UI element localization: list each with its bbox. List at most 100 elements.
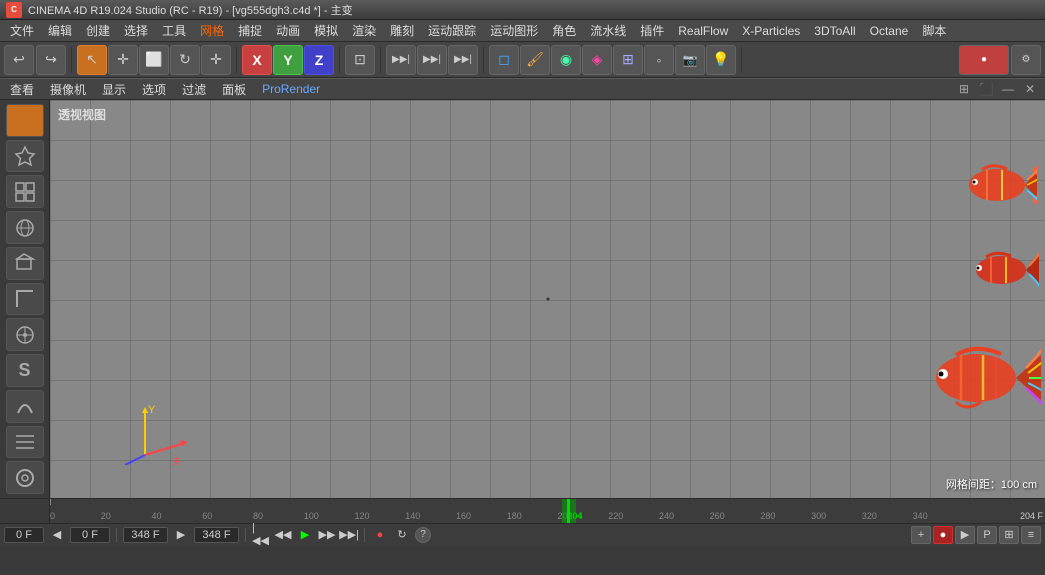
render-settings-btn[interactable]: ⚙ (1011, 45, 1041, 75)
axis-x-button[interactable]: X (242, 45, 272, 75)
menu-mograph[interactable]: 运动图形 (484, 20, 544, 41)
menu-file[interactable]: 文件 (4, 20, 40, 41)
cube-tool[interactable]: ◻ (489, 45, 519, 75)
vp-menu-prorender[interactable]: ProRender (258, 81, 324, 97)
menu-tools[interactable]: 工具 (156, 20, 192, 41)
menu-motion-track[interactable]: 运动跟踪 (422, 20, 482, 41)
menu-bar: 文件 编辑 创建 选择 工具 网格 捕捉 动画 模拟 渲染 雕刻 运动跟踪 运动… (0, 20, 1045, 42)
menu-3dtall[interactable]: 3DToAll (808, 22, 861, 40)
play-fwd-btn[interactable]: ▶▶ (318, 526, 336, 544)
grid-distance-label: 网格间距：100 cm (946, 476, 1037, 492)
center-dot (546, 298, 549, 301)
keyframe-btn[interactable]: + (911, 526, 931, 544)
sidebar-btn-8[interactable] (6, 390, 44, 423)
vp-menu-view[interactable]: 查看 (6, 80, 38, 99)
vp-icon-minimize[interactable]: — (999, 80, 1017, 98)
frame-fwd-btn[interactable]: ▶ (172, 526, 190, 544)
sidebar-btn-3[interactable] (6, 211, 44, 244)
move-tool-button[interactable]: ✛ (108, 45, 138, 75)
play-frame-input[interactable] (194, 527, 239, 543)
timeline-area[interactable]: 0 20 40 60 80 100 120 140 160 180 200 20… (0, 498, 1045, 523)
menu-render[interactable]: 渲染 (346, 20, 382, 41)
particle-tool[interactable]: ◦ (644, 45, 674, 75)
lock-button[interactable]: ⊡ (345, 45, 375, 75)
playback-opt-btn[interactable]: ▶ (955, 526, 975, 544)
render-view-btn[interactable]: ● (959, 45, 1009, 75)
render-btn[interactable]: P (977, 526, 997, 544)
current-frame-input[interactable] (4, 527, 44, 543)
menu-animate[interactable]: 动画 (270, 20, 306, 41)
menu-realflow[interactable]: RealFlow (672, 22, 734, 40)
sidebar-btn-6[interactable] (6, 318, 44, 351)
light-tool[interactable]: 💡 (706, 45, 736, 75)
viewport[interactable]: 透视视图 (50, 100, 1045, 498)
menu-xparticles[interactable]: X-Particles (736, 22, 806, 40)
end-frame-input[interactable] (123, 527, 168, 543)
menu-script[interactable]: 脚本 (916, 20, 952, 41)
extra-btn-1[interactable]: ≡ (1021, 526, 1041, 544)
record-active-btn[interactable]: ● (933, 526, 953, 544)
menu-sculpt[interactable]: 雕刻 (384, 20, 420, 41)
vp-icon-close[interactable]: ✕ (1021, 80, 1039, 98)
sidebar-btn-1[interactable] (6, 140, 44, 173)
play-back-btn[interactable]: ◀◀ (274, 526, 292, 544)
sidebar-btn-0[interactable] (6, 104, 44, 137)
menu-select[interactable]: 选择 (118, 20, 154, 41)
vp-menu-display[interactable]: 显示 (98, 80, 130, 99)
play-btn[interactable]: ▶ (296, 526, 314, 544)
brush-tool[interactable]: 🖌 (520, 45, 550, 75)
menu-plugins[interactable]: 插件 (634, 20, 670, 41)
goto-start-btn[interactable]: |◀◀ (252, 526, 270, 544)
menu-character[interactable]: 角色 (546, 20, 582, 41)
menu-pipeline[interactable]: 流水线 (584, 20, 632, 41)
menu-create[interactable]: 创建 (80, 20, 116, 41)
camera-tool[interactable]: 📷 (675, 45, 705, 75)
scale-tool-button[interactable]: ⬜ (139, 45, 169, 75)
help-btn[interactable]: ? (415, 527, 431, 543)
bottom-right-icons: + ● ▶ P ⊞ ≡ (911, 526, 1041, 544)
toolbar-separator-3 (339, 47, 340, 73)
sidebar-btn-9[interactable] (6, 426, 44, 459)
vp-menu-options[interactable]: 选项 (138, 80, 170, 99)
axis-z-button[interactable]: Z (304, 45, 334, 75)
undo-button[interactable]: ↩ (4, 45, 34, 75)
frame-back-btn[interactable]: ◀ (48, 526, 66, 544)
select-tool-button[interactable]: ↖ (77, 45, 107, 75)
vp-menu-camera[interactable]: 摄像机 (46, 80, 90, 99)
sidebar-btn-10[interactable] (6, 461, 44, 494)
vp-icon-maximize[interactable]: ⬛ (977, 80, 995, 98)
loop-btn[interactable]: ↻ (393, 526, 411, 544)
vp-menu-filter[interactable]: 过滤 (178, 80, 210, 99)
material-tool[interactable]: ◈ (582, 45, 612, 75)
anim-tool-2[interactable]: ▶▶| (417, 45, 447, 75)
transform-tool-button[interactable]: ✛ (201, 45, 231, 75)
sidebar-btn-7[interactable]: S (6, 354, 44, 387)
timeline-ruler[interactable]: 0 20 40 60 80 100 120 140 160 180 200 20… (50, 499, 1045, 523)
fish-2 (964, 248, 1039, 296)
sidebar-btn-5[interactable] (6, 283, 44, 316)
toolbar-separator-4 (380, 47, 381, 73)
menu-snap[interactable]: 捕捉 (232, 20, 268, 41)
object-manager-btn[interactable]: ⊞ (999, 526, 1019, 544)
viewport-right-icons: ⊞ ⬛ — ✕ (955, 80, 1039, 98)
menu-edit[interactable]: 编辑 (42, 20, 78, 41)
bottom-controls: ◀ ▶ |◀◀ ◀◀ ▶ ▶▶ ▶▶| ● ↻ ? + ● ▶ P ⊞ ≡ (0, 523, 1045, 545)
menu-octane[interactable]: Octane (864, 22, 915, 40)
axis-y-button[interactable]: Y (273, 45, 303, 75)
record-btn[interactable]: ● (371, 526, 389, 544)
timeline-playhead[interactable] (567, 499, 570, 523)
redo-button[interactable]: ↪ (36, 45, 66, 75)
sphere-tool[interactable]: ◉ (551, 45, 581, 75)
anim-tool-3[interactable]: ▶▶| (448, 45, 478, 75)
menu-simulate[interactable]: 模拟 (308, 20, 344, 41)
menu-mesh[interactable]: 网格 (194, 20, 230, 41)
sidebar-btn-4[interactable] (6, 247, 44, 280)
vp-icon-grid[interactable]: ⊞ (955, 80, 973, 98)
grid-tool[interactable]: ⊞ (613, 45, 643, 75)
anim-tool-1[interactable]: ▶▶| (386, 45, 416, 75)
goto-end-btn[interactable]: ▶▶| (340, 526, 358, 544)
rotate-tool-button[interactable]: ↻ (170, 45, 200, 75)
start-frame-input[interactable] (70, 527, 110, 543)
vp-menu-panel[interactable]: 面板 (218, 80, 250, 99)
sidebar-btn-2[interactable] (6, 175, 44, 208)
